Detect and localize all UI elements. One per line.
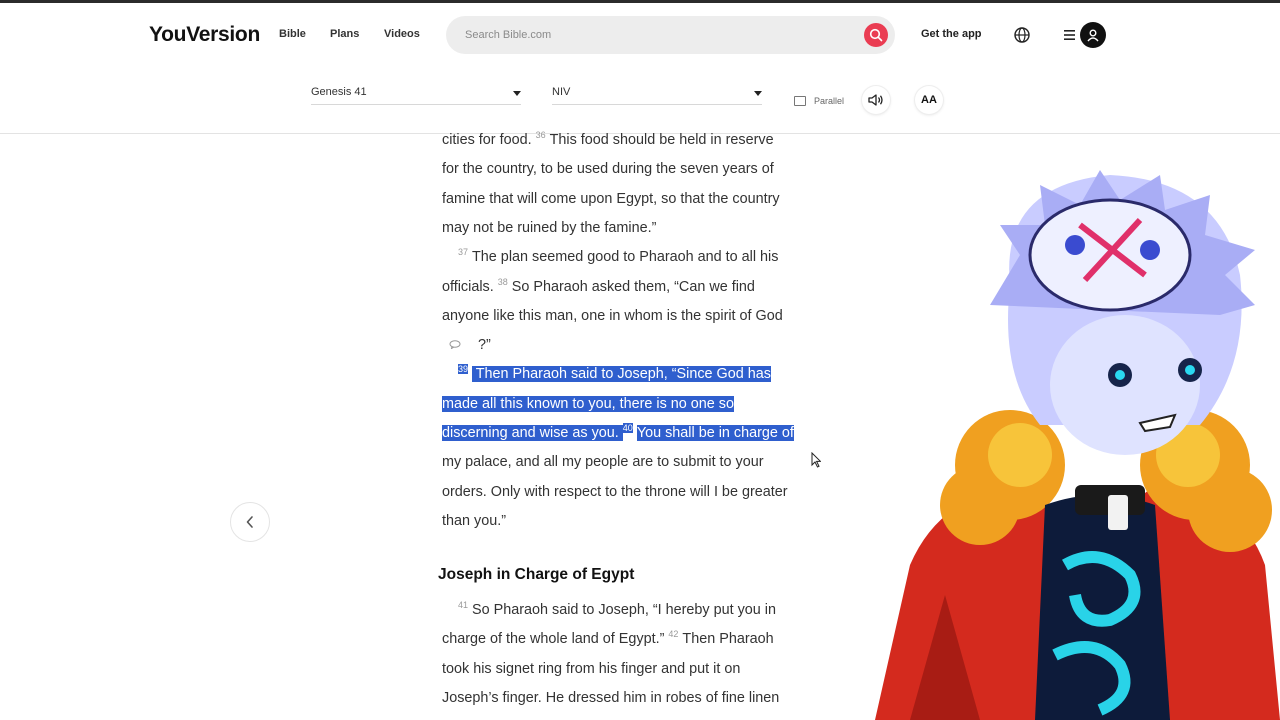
vtuber-avatar-overlay [875,170,1280,720]
get-the-app-link[interactable]: Get the app [921,28,982,40]
verse-text[interactable]: cities for food. [442,132,536,148]
verse-line: anyone like this man, one in whom is the… [442,308,783,324]
version-value: NIV [552,86,571,98]
verse-text[interactable]: took his signet ring from his finger and… [442,661,740,677]
verse-text[interactable]: anyone like this man, one in whom is the… [442,308,783,324]
verse-text[interactable]: The plan seemed good to Pharaoh and to a… [472,249,778,265]
verse-line: my palace, and all my people are to subm… [442,454,764,470]
verse-number[interactable]: 42 [668,629,678,639]
font-size-button[interactable]: AA [915,86,943,114]
user-avatar-icon[interactable] [1080,22,1106,48]
verse-number[interactable]: 36 [536,130,546,140]
verse-number[interactable]: 39 [458,364,469,375]
audio-button[interactable] [862,86,890,114]
search-icon [869,28,883,42]
verse-line: charge of the whole land of Egypt.” 42 Th… [442,629,774,647]
nav-plans[interactable]: Plans [330,28,359,40]
verse-text-highlighted[interactable]: You shall be in charge of [636,425,794,441]
top-border [0,0,1280,3]
verse-text[interactable]: for the country, to be used during the s… [442,161,774,177]
verse-line: took his signet ring from his finger and… [442,661,740,677]
verse-line: made all this known to you, there is no … [442,395,734,412]
hamburger-menu-icon[interactable] [1062,28,1078,42]
verse-text[interactable]: officials. [442,279,498,295]
verse-line: 41 So Pharaoh said to Joseph, “I hereby p… [442,600,776,618]
mouse-cursor-icon [811,452,821,468]
verse-line: orders. Only with respect to the throne … [442,484,788,500]
verse-text[interactable]: So Pharaoh asked them, “Can we find [512,279,755,295]
verse-line: may not be ruined by the famine.” [442,220,656,236]
verse-text-highlighted[interactable]: discerning and wise as you. [442,425,623,441]
verse-text[interactable]: famine that will come upon Egypt, so tha… [442,191,780,207]
speaker-icon [868,94,883,106]
verse-text[interactable] [442,602,458,618]
verse-line: for the country, to be used during the s… [442,161,774,177]
youversion-logo[interactable]: YouVersion [149,23,260,47]
verse-text[interactable]: orders. Only with respect to the throne … [442,484,788,500]
book-chapter-select[interactable]: Genesis 41 [311,82,521,105]
verse-line: 37 The plan seemed good to Pharaoh and to… [442,247,778,265]
verse-text[interactable]: So Pharaoh said to Joseph, “I hereby put… [472,602,776,618]
section-heading: Joseph in Charge of Egypt [438,566,635,583]
verse-line: famine that will come upon Egypt, so tha… [442,191,780,207]
search-bar[interactable]: Search Bible.com [446,16,895,54]
search-button[interactable] [864,23,888,47]
font-size-label: AA [921,94,937,106]
verse-line: than you.” [442,513,506,529]
verse-number[interactable]: 38 [498,277,508,287]
verse-text[interactable]: This food should be held in reserve [550,132,774,148]
verse-text-highlighted[interactable]: Then Pharaoh said to Joseph, “Since God … [472,366,771,383]
verse-line: cities for food. 36 This food should be h… [442,130,774,148]
verse-number[interactable]: 37 [458,247,468,257]
verse-number[interactable]: 41 [458,600,468,610]
verse-line: 39 Then Pharaoh said to Joseph, “Since G… [442,364,771,383]
verse-line: officials. 38 So Pharaoh asked them, “Can… [442,277,755,295]
verse-text[interactable]: charge of the whole land of Egypt.” [442,631,668,647]
verse-text[interactable]: Then Pharaoh [682,631,773,647]
verse-number[interactable]: 40 [622,423,633,433]
verse-line: Joseph’s finger. He dressed him in robes… [442,690,779,706]
chevron-down-icon [754,91,762,96]
verse-text[interactable]: may not be ruined by the famine.” [442,220,656,236]
nav-bible[interactable]: Bible [279,28,306,40]
book-chapter-value: Genesis 41 [311,86,367,98]
verse-text[interactable] [442,366,458,382]
verse-text[interactable] [442,249,458,265]
globe-icon[interactable] [1013,26,1031,44]
verse-text-highlighted[interactable]: made all this known to you, there is no … [442,395,734,412]
previous-chapter-button[interactable] [230,502,270,542]
verse-line: discerning and wise as you. 40 You shall … [442,423,794,441]
comment-note-icon[interactable] [449,340,461,349]
search-input[interactable]: Search Bible.com [465,29,551,41]
version-select[interactable]: NIV [552,82,762,105]
verse-text[interactable]: Joseph’s finger. He dressed him in robes… [442,690,779,706]
parallel-icon[interactable] [794,96,806,106]
user-silhouette-icon [1087,29,1099,42]
verse-text[interactable]: my palace, and all my people are to subm… [442,454,764,470]
chevron-down-icon [513,91,521,96]
nav-videos[interactable]: Videos [384,28,420,40]
verse-text[interactable]: than you.” [442,513,506,529]
parallel-toggle[interactable]: Parallel [814,96,844,106]
chevron-left-icon [246,516,253,528]
